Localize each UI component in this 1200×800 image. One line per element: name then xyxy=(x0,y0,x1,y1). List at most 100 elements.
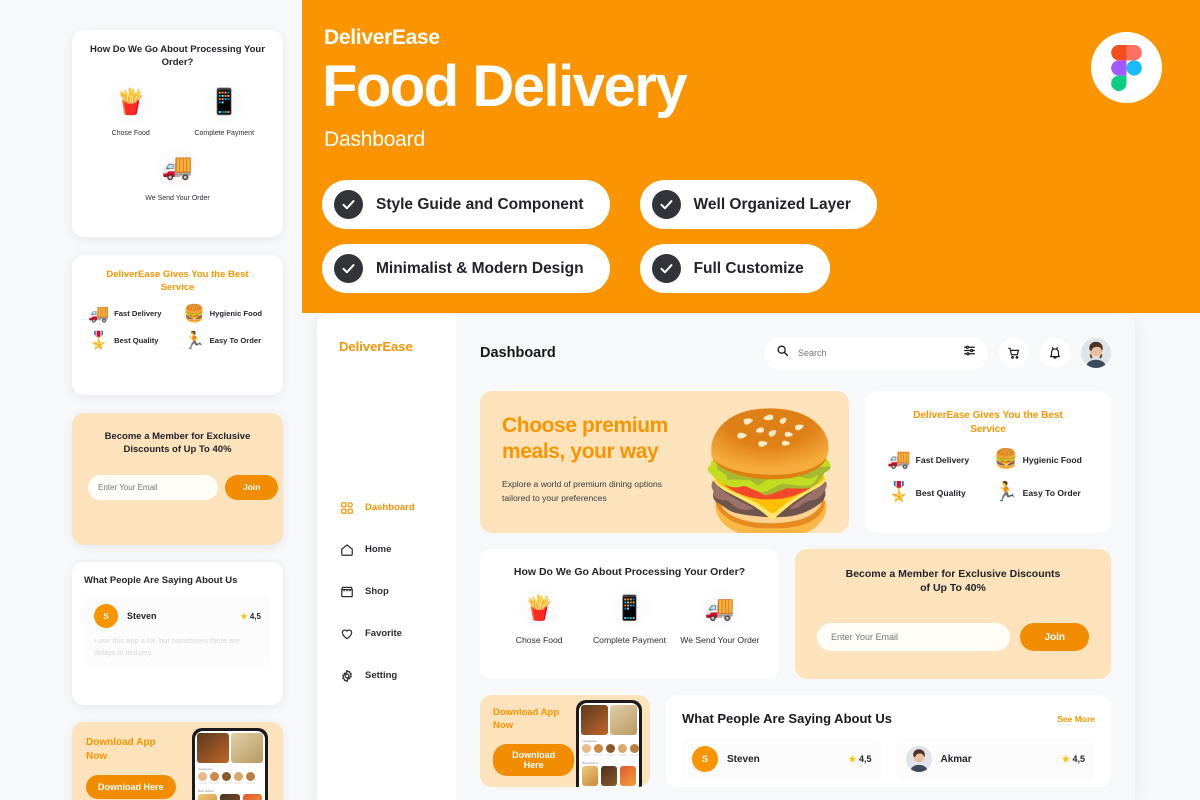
star-icon: ★ xyxy=(1061,753,1070,764)
meal-combo-icon: 🍟 xyxy=(107,79,154,126)
preview-process-title: How Do We Go About Processing Your Order… xyxy=(84,44,271,70)
preview-download-heading: Download App Now xyxy=(86,736,188,763)
feature-pill-full-customize[interactable]: Full Customize xyxy=(639,244,830,293)
dashboard-sidebar: DeliverEase Dashboard Home Shop Favorite… xyxy=(317,315,456,800)
dashboard-mockup: DeliverEase Dashboard Home Shop Favorite… xyxy=(317,315,1135,800)
membership-title-line1: Become a Member for Exclusive Discounts xyxy=(845,568,1061,580)
sidebar-item-shop[interactable]: Shop xyxy=(339,584,449,599)
page-subtitle: Dashboard xyxy=(324,128,425,151)
testimonial-name: Akmar xyxy=(940,753,972,765)
process-step: 📱 Complete Payment xyxy=(584,587,674,645)
feature-pill-label: Well Organized Layer xyxy=(693,195,851,213)
promo-header: DeliverEase Food Delivery Dashboard Styl… xyxy=(302,0,1200,313)
sidebar-item-label: Home xyxy=(365,544,392,555)
preview-process-step: 🍟 Chose Food xyxy=(84,79,178,137)
sidebar-item-label: Setting xyxy=(365,670,398,681)
preview-membership-title-line1: Become a Member for Exclusive xyxy=(104,431,251,442)
preview-testimonial-card: What People Are Saying About Us S Steven… xyxy=(72,562,283,705)
sidebar-item-home[interactable]: Home xyxy=(339,542,449,557)
hero-heading: Choose premium meals, your way xyxy=(502,413,712,464)
sidebar-item-setting[interactable]: Setting xyxy=(339,668,449,683)
avatar: S xyxy=(94,604,118,628)
process-steps: 🍟 Chose Food 📱 Complete Payment 🚚 We Sen… xyxy=(494,587,765,645)
burger-image: 🍔 xyxy=(696,408,844,533)
check-circle-icon xyxy=(651,190,681,219)
feature-pill-label: Minimalist & Modern Design xyxy=(376,259,584,277)
sidebar-item-dashboard[interactable]: Dashboard xyxy=(339,500,449,515)
preview-step-label: Complete Payment xyxy=(194,129,255,137)
testimonial-item: Akmar ★ 4,5 xyxy=(895,738,1095,780)
shopping-cart-icon xyxy=(1008,347,1020,359)
preview-email-input[interactable] xyxy=(88,474,218,500)
process-step: 🍟 Chose Food xyxy=(494,587,584,645)
avatar-icon xyxy=(1081,338,1111,368)
figma-logo-icon xyxy=(1091,32,1162,103)
delivery-truck-icon: 🚚 xyxy=(154,144,201,191)
download-heading: Download App Now xyxy=(493,707,574,733)
service-item-label: Fast Delivery xyxy=(915,454,970,465)
testimonial-name: Steven xyxy=(727,753,760,765)
burger-icon: 🍔 xyxy=(183,303,205,323)
profile-avatar[interactable] xyxy=(1081,338,1111,368)
hero-banner: Choose premium meals, your way Explore a… xyxy=(480,391,849,533)
check-circle-icon xyxy=(334,190,363,219)
delivery-truck-icon: 🚚 xyxy=(88,303,110,323)
notifications-button[interactable] xyxy=(1040,338,1070,368)
search-bar[interactable] xyxy=(764,336,988,370)
order-process-card: How Do We Go About Processing Your Order… xyxy=(480,549,779,679)
feature-pill-well-organized-layer[interactable]: Well Organized Layer xyxy=(639,180,877,229)
preview-service-label: Easy To Order xyxy=(209,335,262,345)
running-person-icon: 🏃 xyxy=(183,330,205,350)
testimonials-card: What People Are Saying About Us See More… xyxy=(666,695,1111,787)
service-card-title: DeliverEase Gives You the Best Service xyxy=(881,409,1095,436)
preview-join-button[interactable]: Join xyxy=(225,474,279,500)
preview-process-step: 🚚 We Send Your Order xyxy=(84,144,271,202)
testimonial-rating: ★ 4,5 xyxy=(1062,754,1085,765)
feature-pill-minimalist-design[interactable]: Minimalist & Modern Design xyxy=(322,244,610,293)
testimonial-item: S Steven ★ 4,5 xyxy=(682,738,882,780)
sidebar-item-favorite[interactable]: Favorite xyxy=(339,626,449,641)
hero-paragraph-line1: Explore a world of premium dining option… xyxy=(502,479,663,490)
search-input[interactable] xyxy=(798,348,954,358)
sidebar-item-label: Favorite xyxy=(365,628,402,639)
brand-name: DeliverEase xyxy=(324,26,440,49)
preview-membership-form: Join xyxy=(88,474,279,500)
feature-pill-list: Style Guide and Component Well Organized… xyxy=(322,180,1152,308)
preview-download-heading-line2: Now xyxy=(86,750,108,762)
award-badge-icon: 🎖️ xyxy=(88,330,110,350)
meal-combo-icon: 🍟 xyxy=(517,587,562,632)
feature-pill-style-guide[interactable]: Style Guide and Component xyxy=(322,180,610,229)
process-step-label: Complete Payment xyxy=(592,635,667,646)
filter-sliders-icon[interactable] xyxy=(963,344,976,362)
preview-download-here-button[interactable]: Download Here xyxy=(86,775,176,799)
download-here-button[interactable]: Download Here xyxy=(493,743,575,776)
preview-process-title-line2: Order? xyxy=(161,56,194,68)
preview-testimonial-item: S Steven ★ 4,5 I use this app a lot, but… xyxy=(84,595,271,668)
testimonial-list: S Steven ★ 4,5 Akmar ★ 4,5 xyxy=(682,738,1095,780)
gear-icon xyxy=(339,668,354,683)
service-item: 🍔 Hygienic Food xyxy=(988,450,1095,469)
check-circle-icon xyxy=(651,254,681,283)
email-field[interactable] xyxy=(817,623,1011,652)
phone-mockup-icon: Categories Best Sellers xyxy=(576,700,643,787)
membership-form: Join xyxy=(817,623,1089,652)
preview-service-label: Hygienic Food xyxy=(209,308,262,318)
preview-testimonial-rating: ★ 4,5 xyxy=(240,612,261,621)
preview-download-card: Download App Now Download Here Categorie… xyxy=(72,722,283,800)
avatar-icon xyxy=(905,746,932,772)
burger-icon: 🍔 xyxy=(994,449,1018,470)
star-icon: ★ xyxy=(848,753,857,764)
feature-pill-label: Style Guide and Component xyxy=(376,195,584,213)
download-heading-line1: Download App xyxy=(493,707,560,718)
award-badge-icon: 🎖️ xyxy=(887,482,911,503)
avatar xyxy=(905,746,932,772)
search-icon xyxy=(776,344,789,362)
see-more-link[interactable]: See More xyxy=(1057,714,1095,724)
home-icon xyxy=(339,542,354,557)
process-step-label: We Send Your Order xyxy=(680,635,760,646)
preview-service-item: 🚚 Fast Delivery xyxy=(82,305,178,322)
page-title: Food Delivery xyxy=(322,54,688,119)
join-button[interactable]: Join xyxy=(1020,623,1089,652)
mobile-payment-icon: 📱 xyxy=(201,79,248,126)
cart-button[interactable] xyxy=(999,338,1029,368)
